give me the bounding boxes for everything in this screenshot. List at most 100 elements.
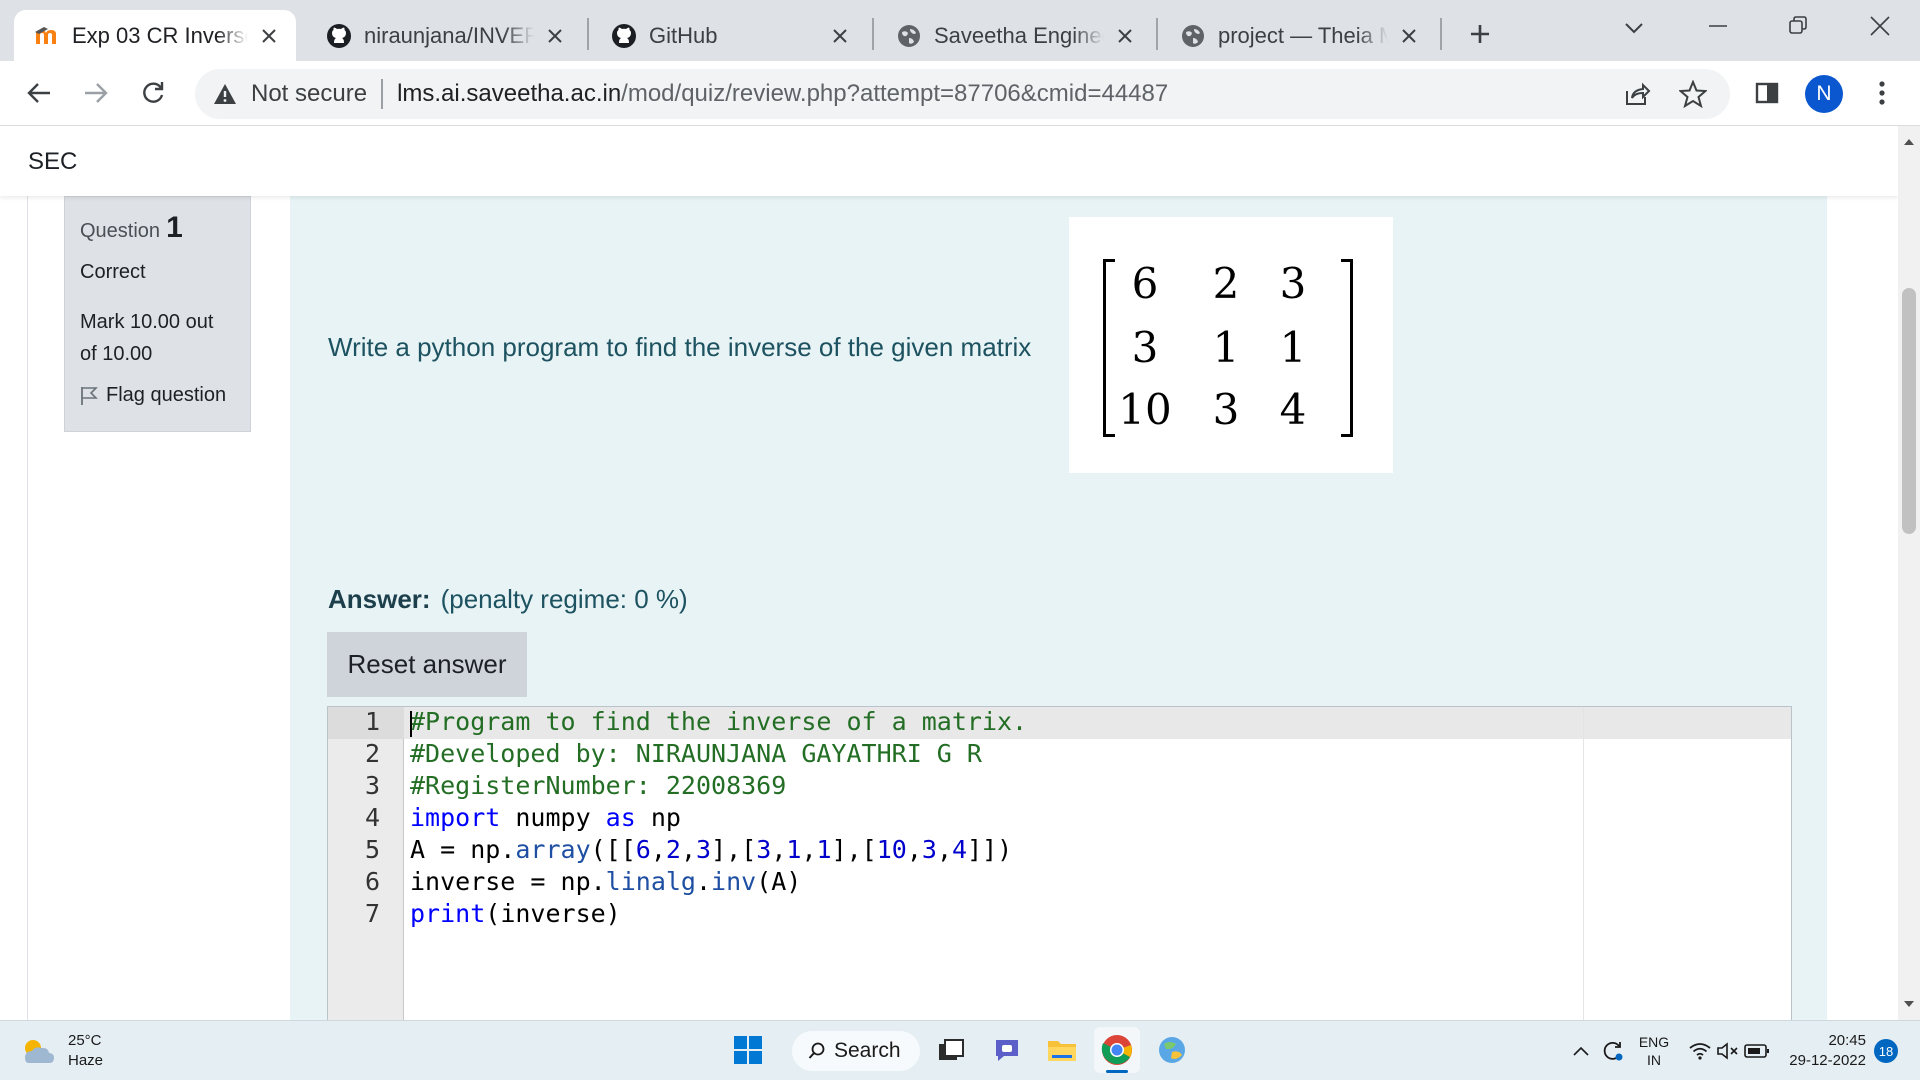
line-number: 6 [364, 867, 380, 896]
question-number: Question 1 [80, 211, 235, 245]
tab-separator [587, 18, 589, 50]
side-panel-icon [1755, 82, 1779, 104]
code-line: print(inverse) [410, 899, 621, 928]
line-number: 2 [364, 739, 380, 768]
minimize-button[interactable] [1694, 6, 1742, 46]
globe-icon [1180, 23, 1206, 49]
flag-question-label: Flag question [106, 384, 227, 406]
security-status[interactable]: Not secure [251, 80, 367, 108]
question-label: Question [80, 220, 161, 242]
weather-widget[interactable]: 25°C Haze [20, 1031, 103, 1071]
reload-button[interactable] [133, 73, 173, 113]
arrow-left-icon [27, 83, 50, 103]
tab-exp03[interactable]: Exp 03 CR Inverse [14, 10, 296, 61]
moodle-icon [34, 23, 60, 49]
close-tab-icon[interactable] [1396, 23, 1422, 49]
page-scrollbar[interactable] [1898, 126, 1920, 1020]
arrow-right-icon [85, 83, 108, 103]
back-button[interactable] [19, 73, 59, 113]
tab-title: niraunjana/INVERS [364, 22, 534, 48]
sync-status-button[interactable] [1598, 1021, 1628, 1081]
code-line: #Developed by: NIRAUNJANA GAYATHRI G R [410, 739, 982, 768]
search-label: Search [834, 1039, 901, 1062]
tab-title: Exp 03 CR Inverse [72, 22, 248, 48]
language-indicator[interactable]: ENG IN [1636, 1021, 1672, 1081]
url-host: lms.ai.saveetha.ac.in [397, 80, 622, 107]
close-tab-icon[interactable] [256, 23, 282, 49]
scroll-up-icon[interactable] [1903, 136, 1915, 148]
chrome-icon [1101, 1035, 1132, 1065]
folder-icon [1048, 1041, 1076, 1061]
hazy-sun-icon [25, 1040, 54, 1063]
task-view-button[interactable] [928, 1027, 974, 1073]
address-bar[interactable]: Not secure lms.ai.saveetha.ac.in/mod/qui… [195, 69, 1730, 119]
close-tab-icon[interactable] [827, 23, 853, 49]
language-top: ENG [1638, 1034, 1670, 1050]
matrix-cell: 3 [1212, 385, 1240, 434]
site-name[interactable]: SEC [28, 148, 77, 176]
notification-badge[interactable]: 18 [1874, 1039, 1898, 1063]
quick-settings-button[interactable] [1686, 1021, 1772, 1081]
app-taskbar-button[interactable] [1149, 1027, 1195, 1073]
answer-header: Answer: (penalty regime: 0 %) [328, 584, 688, 615]
matrix-cell: 6 [1131, 259, 1159, 308]
scrollbar-thumb[interactable] [1902, 288, 1916, 534]
chrome-taskbar-button[interactable] [1094, 1027, 1140, 1073]
tab-separator [872, 18, 874, 50]
scroll-down-icon[interactable] [1903, 998, 1915, 1010]
tab-search-button[interactable] [1614, 8, 1654, 48]
restore-button[interactable] [1774, 6, 1822, 46]
show-hidden-icons-button[interactable] [1568, 1021, 1594, 1081]
warning-icon[interactable] [213, 83, 237, 105]
matrix-cell: 3 [1131, 323, 1159, 372]
task-view-icon [939, 1039, 964, 1060]
url-path: /mod/quiz/review.php?attempt=87706&cmid=… [621, 80, 1169, 107]
line-number: 5 [364, 835, 380, 864]
profile-avatar[interactable]: N [1805, 75, 1843, 113]
penalty-regime: (penalty regime: 0 %) [440, 584, 688, 614]
tab-project-theia[interactable]: project — Theia M [1160, 10, 1436, 61]
divider [381, 79, 384, 109]
tab-github[interactable]: GitHub [591, 10, 867, 61]
new-tab-button[interactable] [1458, 12, 1502, 56]
browser-menu-button[interactable] [1862, 73, 1902, 113]
share-icon [1626, 82, 1651, 105]
side-panel-button[interactable] [1747, 73, 1787, 113]
tab-title: GitHub [649, 22, 718, 48]
start-button[interactable] [725, 1027, 771, 1073]
share-button[interactable] [1615, 69, 1659, 119]
sync-icon [1603, 1041, 1623, 1061]
code-editor[interactable]: 1 2 3 4 5 6 7 #Program to find the inver… [327, 706, 1792, 1020]
taskbar-clock[interactable]: 20:45 29-12-2022 [1780, 1031, 1866, 1071]
reload-icon [143, 82, 164, 103]
code-line: A = np.array([[6,2,3],[3,1,1],[10,3,4]]) [410, 835, 1013, 864]
clock-time: 20:45 [1828, 1032, 1866, 1049]
close-tab-icon[interactable] [542, 23, 568, 49]
matrix-cell: 3 [1279, 259, 1307, 308]
matrix-cell: 1 [1212, 323, 1240, 372]
star-icon [1679, 80, 1707, 108]
weather-condition: Haze [68, 1052, 104, 1069]
reset-answer-button[interactable]: Reset answer [327, 632, 527, 697]
file-explorer-button[interactable] [1039, 1027, 1085, 1073]
bookmark-button[interactable] [1671, 69, 1715, 119]
code-line: import numpy as np [410, 803, 681, 832]
matrix-cell: 1 [1279, 323, 1307, 372]
close-icon [1870, 16, 1890, 36]
left-bracket [1103, 259, 1115, 437]
plus-icon [1471, 25, 1489, 43]
tab-niraunjana-repo[interactable]: niraunjana/INVERS [306, 10, 582, 61]
print-margin [1583, 707, 1584, 1020]
wifi-icon [1689, 1043, 1711, 1060]
url-text[interactable]: lms.ai.saveetha.ac.in/mod/quiz/review.ph… [397, 80, 1168, 108]
teams-chat-button[interactable] [984, 1027, 1030, 1073]
tab-separator [1156, 18, 1158, 50]
matrix-image: 6 2 3 3 1 1 10 3 4 [1069, 217, 1393, 473]
forward-button[interactable] [76, 73, 116, 113]
close-tab-icon[interactable] [1112, 23, 1138, 49]
tab-saveetha[interactable]: Saveetha Engineer [876, 10, 1152, 61]
clock-date: 29-12-2022 [1789, 1052, 1866, 1069]
close-window-button[interactable] [1856, 6, 1904, 46]
taskbar-search[interactable]: Search [792, 1031, 920, 1071]
flag-question-link[interactable]: Flag question [80, 384, 235, 407]
